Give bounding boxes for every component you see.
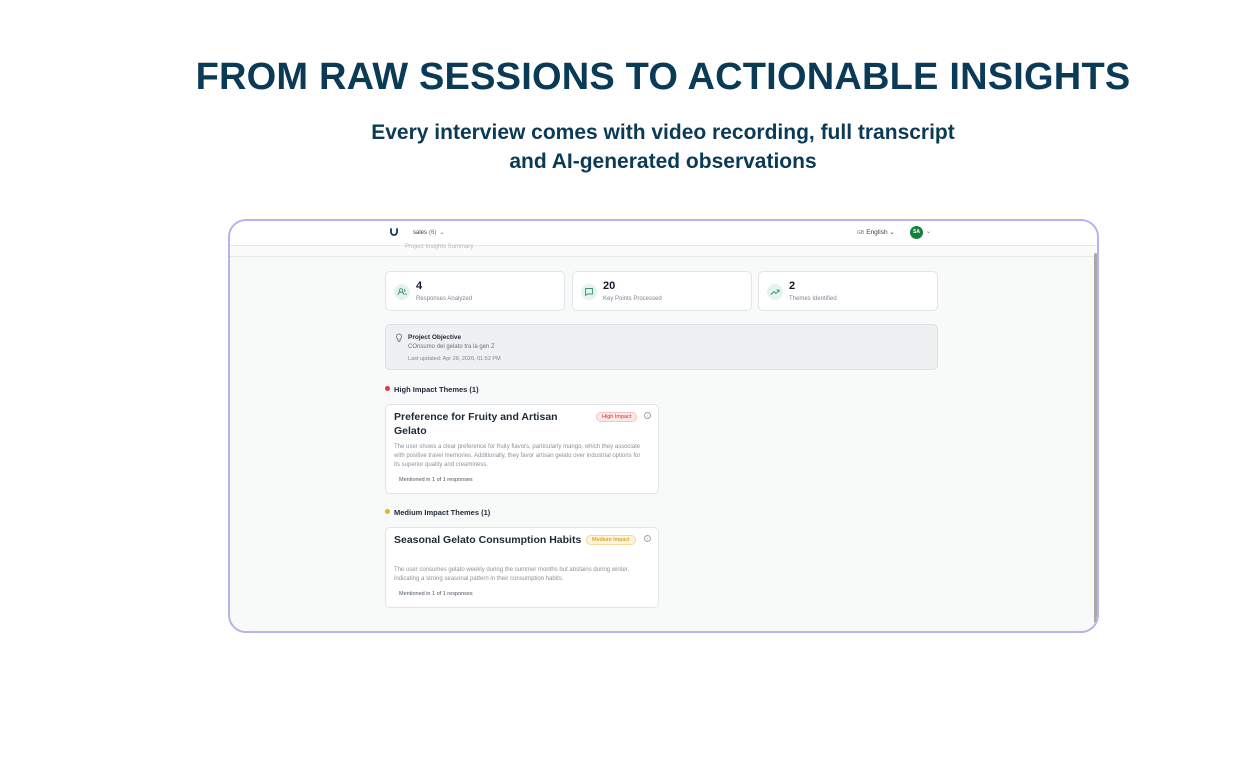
- avatar[interactable]: SA: [910, 226, 923, 239]
- section-title-text: Medium Impact Themes (1): [394, 508, 491, 517]
- trending-up-icon: [767, 284, 783, 300]
- stat-label: Responses Analyzed: [416, 296, 473, 302]
- workspace-name: sales: [413, 230, 428, 236]
- theme-card-high[interactable]: Preference for Fruity and Artisan Gelato…: [385, 404, 659, 494]
- stat-label: Themes Identified: [789, 296, 837, 302]
- app-logo-icon[interactable]: [389, 227, 399, 237]
- info-icon[interactable]: i: [644, 535, 651, 542]
- theme-card-medium[interactable]: Seasonal Gelato Consumption Habits Mediu…: [385, 527, 659, 608]
- objective-updated: Last updated: Apr 28, 2026, 01:52 PM: [408, 356, 501, 362]
- language-label: English: [866, 229, 888, 236]
- theme-title: Seasonal Gelato Consumption Habits: [394, 534, 582, 546]
- page-subheader: Project Insights Summary: [230, 244, 1097, 257]
- medium-impact-dot-icon: [385, 509, 390, 514]
- theme-description: The user consumes gelato weekly during t…: [394, 567, 630, 582]
- lightbulb-icon: [396, 333, 402, 342]
- app-topbar: sales (6) ⌄ GB English ⌄ SA ⌄: [230, 221, 1097, 246]
- stat-label: Key Points Processed: [603, 296, 662, 302]
- stat-card-responses: 4 Responses Analyzed: [385, 271, 565, 311]
- theme-mentions: Mentioned in 1 of 1 responses: [399, 591, 473, 597]
- stat-value: 2: [789, 280, 796, 292]
- medium-impact-section-title: Medium Impact Themes (1): [385, 508, 490, 517]
- stat-value: 20: [603, 280, 616, 292]
- page-title: Project Insights Summary: [405, 244, 474, 250]
- users-icon: [394, 284, 410, 300]
- theme-title: Preference for Fruity and Artisan Gelato: [394, 411, 558, 437]
- objective-value: COnsumo del gelato tra la gen Z: [408, 344, 495, 350]
- scrollbar[interactable]: [1094, 253, 1097, 623]
- hero-subtitle-line-2: and AI-generated observations: [509, 150, 817, 173]
- hero-title: FROM RAW SESSIONS TO ACTIONABLE INSIGHTS: [195, 56, 1131, 98]
- language-code: GB: [857, 230, 865, 236]
- chevron-down-icon: ⌄: [889, 229, 895, 236]
- stat-card-key-points: 20 Key Points Processed: [572, 271, 752, 311]
- message-icon: [581, 284, 597, 300]
- objective-title: Project Objective: [408, 334, 462, 341]
- workspace-selector[interactable]: sales (6) ⌄: [413, 229, 444, 236]
- stat-card-themes: 2 Themes Identified: [758, 271, 938, 311]
- stat-value: 4: [416, 280, 423, 292]
- language-selector[interactable]: GB English ⌄: [857, 228, 895, 236]
- hero-subtitle: Every interview comes with video recordi…: [0, 118, 1260, 176]
- section-title-text: High Impact Themes (1): [394, 385, 479, 394]
- impact-badge-high: High Impact: [596, 412, 638, 422]
- app-screenshot-frame: sales (6) ⌄ GB English ⌄ SA ⌄ Project Insig…: [228, 219, 1099, 633]
- high-impact-section-title: High Impact Themes (1): [385, 385, 479, 394]
- chevron-down-icon[interactable]: ⌄: [926, 228, 931, 235]
- hero-subtitle-line-1: Every interview comes with video recordi…: [371, 121, 955, 144]
- theme-mentions: Mentioned in 1 of 1 responses: [399, 477, 473, 483]
- chevron-down-icon: ⌄: [439, 230, 445, 236]
- workspace-count: (6): [429, 230, 437, 236]
- info-icon[interactable]: i: [644, 412, 651, 419]
- impact-badge-medium: Medium Impact: [586, 535, 636, 545]
- theme-description: The user shows a clear preference for fr…: [394, 444, 641, 468]
- project-objective-card: Project Objective COnsumo del gelato tra…: [385, 324, 938, 370]
- high-impact-dot-icon: [385, 386, 390, 391]
